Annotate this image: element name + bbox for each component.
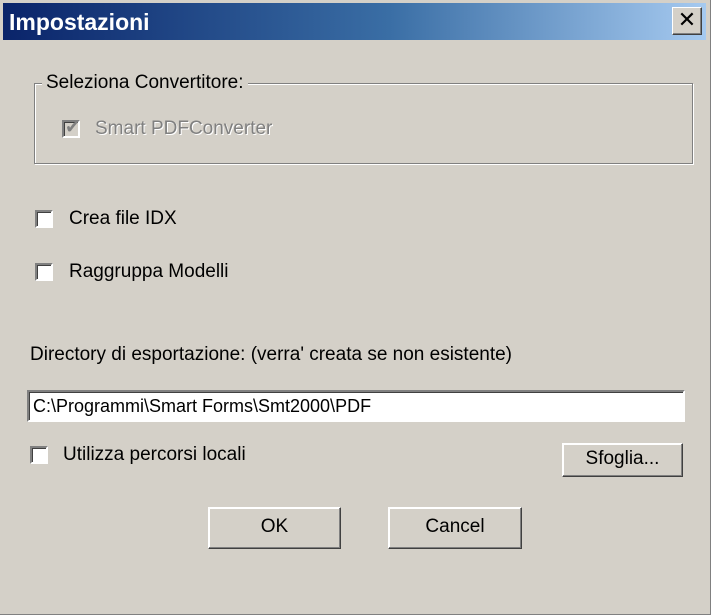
raggruppa-modelli-checkbox[interactable] <box>35 263 53 281</box>
smart-pdf-converter-checkbox[interactable]: ✔ <box>62 117 81 138</box>
cancel-button-label: Cancel <box>425 516 485 537</box>
converter-group-label: Seleziona Convertitore: <box>42 72 248 94</box>
close-button[interactable]: ✕ <box>672 7 702 35</box>
ok-button-label: OK <box>260 516 289 537</box>
smart-pdf-converter-label: Smart PDFConverter <box>95 118 273 139</box>
settings-dialog: Impostazioni ✕ Seleziona Convertitore: ✔… <box>0 0 711 615</box>
export-path-input[interactable] <box>27 390 685 422</box>
crea-idx-label: Crea file IDX <box>69 208 177 229</box>
ok-button[interactable]: OK <box>208 507 341 549</box>
cancel-button[interactable]: Cancel <box>388 507 522 549</box>
crea-idx-checkbox[interactable] <box>35 210 53 228</box>
title-bar[interactable]: Impostazioni ✕ <box>3 3 706 40</box>
checkmark-icon: ✔ <box>65 117 81 138</box>
export-directory-label: Directory di esportazione: (verra' creat… <box>30 344 513 365</box>
local-paths-checkbox[interactable] <box>30 446 48 464</box>
browse-button-label: Sfoglia... <box>585 448 660 469</box>
window-title: Impostazioni <box>9 9 150 35</box>
local-paths-label: Utilizza percorsi locali <box>63 444 246 465</box>
raggruppa-modelli-label: Raggruppa Modelli <box>69 261 229 282</box>
browse-button[interactable]: Sfoglia... <box>562 443 683 477</box>
close-icon: ✕ <box>677 8 697 33</box>
